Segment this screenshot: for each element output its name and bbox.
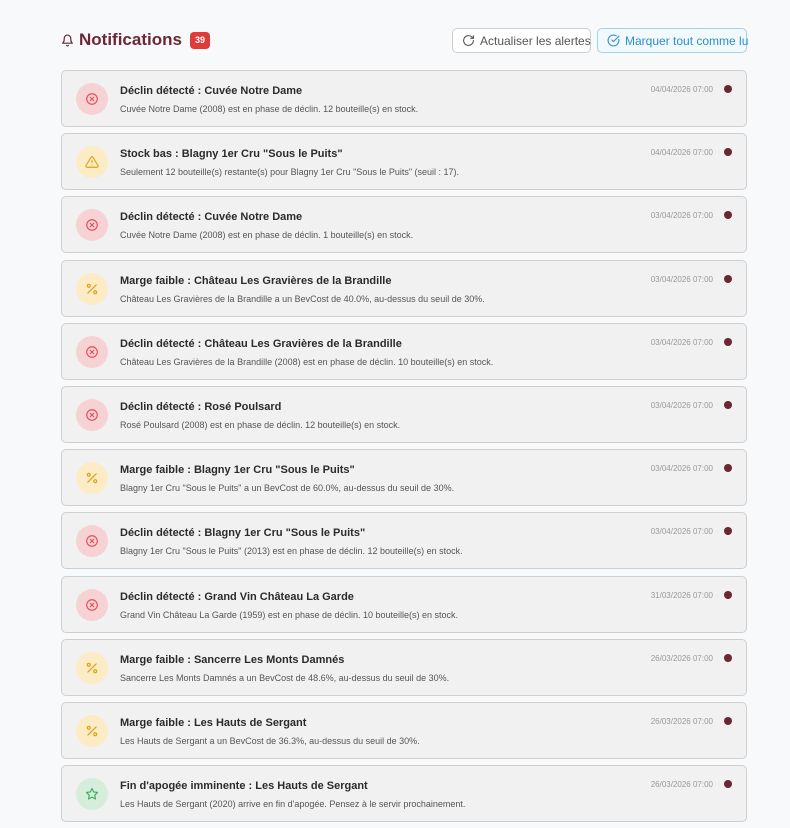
x-circle-icon [76, 209, 108, 241]
unread-indicator [724, 527, 732, 535]
mark-all-read-button[interactable]: Marquer tout comme lu [597, 28, 749, 53]
notification-description: Les Hauts de Sergant a un BevCost de 36.… [120, 736, 420, 746]
notification-description: Seulement 12 bouteille(s) restante(s) po… [120, 167, 460, 177]
x-circle-icon [76, 589, 108, 621]
notification-title: Déclin détecté : Rosé Poulsard [120, 401, 282, 413]
notification-item[interactable]: Marge faible : Blagny 1er Cru "Sous le P… [61, 449, 747, 506]
refresh-alerts-label: Actualiser les alertes [480, 33, 591, 48]
mark-all-read-label: Marquer tout comme lu [625, 33, 749, 48]
x-circle-icon [76, 525, 108, 557]
notification-count-badge: 39 [189, 31, 210, 49]
x-circle-icon [76, 336, 108, 368]
percent-icon [76, 462, 108, 494]
notification-timestamp: 26/03/2026 07:00 [650, 780, 713, 789]
notification-description: Cuvée Notre Dame (2008) est en phase de … [120, 230, 414, 240]
unread-indicator [724, 148, 732, 156]
notification-title: Marge faible : Château Les Gravières de … [120, 275, 392, 287]
notification-description: Cuvée Notre Dame (2008) est en phase de … [120, 104, 419, 114]
notification-item[interactable]: Fin d'apogée imminente : Les Hauts de Se… [61, 765, 747, 822]
notification-description: Grand Vin Château La Garde (1959) est en… [120, 610, 459, 620]
notification-title: Marge faible : Les Hauts de Sergant [120, 717, 307, 729]
notification-title: Stock bas : Blagny 1er Cru "Sous le Puit… [120, 148, 343, 160]
unread-indicator [724, 464, 732, 472]
notification-description: Blagny 1er Cru "Sous le Puits" (2013) es… [120, 546, 463, 556]
notification-timestamp: 26/03/2026 07:00 [650, 717, 713, 726]
x-circle-icon [76, 399, 108, 431]
refresh-alerts-button[interactable]: Actualiser les alertes [452, 28, 591, 53]
notification-item[interactable]: Déclin détecté : Cuvée Notre Dame Cuvée N… [61, 196, 747, 253]
notification-description: Rosé Poulsard (2008) est en phase de déc… [120, 420, 401, 430]
unread-indicator [724, 717, 732, 725]
notification-timestamp: 04/04/2026 07:00 [650, 148, 713, 157]
notification-title: Déclin détecté : Cuvée Notre Dame [120, 211, 303, 223]
warning-icon [76, 146, 108, 178]
notification-timestamp: 31/03/2026 07:00 [650, 591, 713, 600]
check-circle-icon [607, 34, 620, 47]
star-icon [76, 778, 108, 810]
unread-indicator [724, 401, 732, 409]
notification-description: Blagny 1er Cru "Sous le Puits" a un BevC… [120, 483, 455, 493]
percent-icon [76, 715, 108, 747]
notification-item[interactable]: Déclin détecté : Cuvée Notre Dame Cuvée N… [61, 70, 747, 127]
notification-timestamp: 03/04/2026 07:00 [650, 338, 713, 347]
notification-timestamp: 26/03/2026 07:00 [650, 654, 713, 663]
notification-description: Sancerre Les Monts Damnés a un BevCost d… [120, 673, 450, 683]
notification-title: Marge faible : Sancerre Les Monts Damnés [120, 654, 345, 666]
notification-title: Déclin détecté : Blagny 1er Cru "Sous le… [120, 527, 366, 539]
percent-icon [76, 273, 108, 305]
unread-indicator [724, 338, 732, 346]
notification-title: Déclin détecté : Cuvée Notre Dame [120, 85, 303, 97]
x-circle-icon [76, 83, 108, 115]
notification-title: Fin d'apogée imminente : Les Hauts de Se… [120, 780, 368, 792]
notification-timestamp: 03/04/2026 07:00 [650, 211, 713, 220]
unread-indicator [724, 654, 732, 662]
unread-indicator [724, 780, 732, 788]
bell-icon [61, 34, 74, 47]
notification-item[interactable]: Stock bas : Blagny 1er Cru "Sous le Puit… [61, 133, 747, 190]
unread-indicator [724, 591, 732, 599]
refresh-icon [462, 34, 475, 47]
page-title: Notifications [79, 30, 182, 49]
notification-item[interactable]: Déclin détecté : Château Les Gravières d… [61, 323, 747, 380]
unread-indicator [724, 211, 732, 219]
notification-description: Château Les Gravières de la Brandille a … [120, 294, 485, 304]
notification-title: Marge faible : Blagny 1er Cru "Sous le P… [120, 464, 355, 476]
unread-indicator [724, 85, 732, 93]
notification-item[interactable]: Marge faible : Les Hauts de Sergant Les H… [61, 702, 747, 759]
notification-title: Déclin détecté : Château Les Gravières d… [120, 338, 402, 350]
title-group: Notifications 39 [61, 28, 210, 52]
notification-title: Déclin détecté : Grand Vin Château La Ga… [120, 591, 354, 603]
notification-timestamp: 03/04/2026 07:00 [650, 464, 713, 473]
notifications-header: Notifications 39 Actualiser les alertes … [61, 28, 749, 54]
notification-timestamp: 03/04/2026 07:00 [650, 401, 713, 410]
notification-timestamp: 03/04/2026 07:00 [650, 527, 713, 536]
notification-description: Les Hauts de Sergant (2020) arrive en fi… [120, 799, 466, 809]
notification-timestamp: 04/04/2026 07:00 [650, 85, 713, 94]
notification-timestamp: 03/04/2026 07:00 [650, 275, 713, 284]
notification-item[interactable]: Marge faible : Château Les Gravières de … [61, 260, 747, 317]
notification-item[interactable]: Marge faible : Sancerre Les Monts Damnés… [61, 639, 747, 696]
notification-item[interactable]: Déclin détecté : Grand Vin Château La Ga… [61, 576, 747, 633]
notification-item[interactable]: Déclin détecté : Blagny 1er Cru "Sous le… [61, 512, 747, 569]
notification-item[interactable]: Déclin détecté : Rosé Poulsard Rosé Pouls… [61, 386, 747, 443]
percent-icon [76, 652, 108, 684]
notification-description: Château Les Gravières de la Brandille (2… [120, 357, 494, 367]
unread-indicator [724, 275, 732, 283]
